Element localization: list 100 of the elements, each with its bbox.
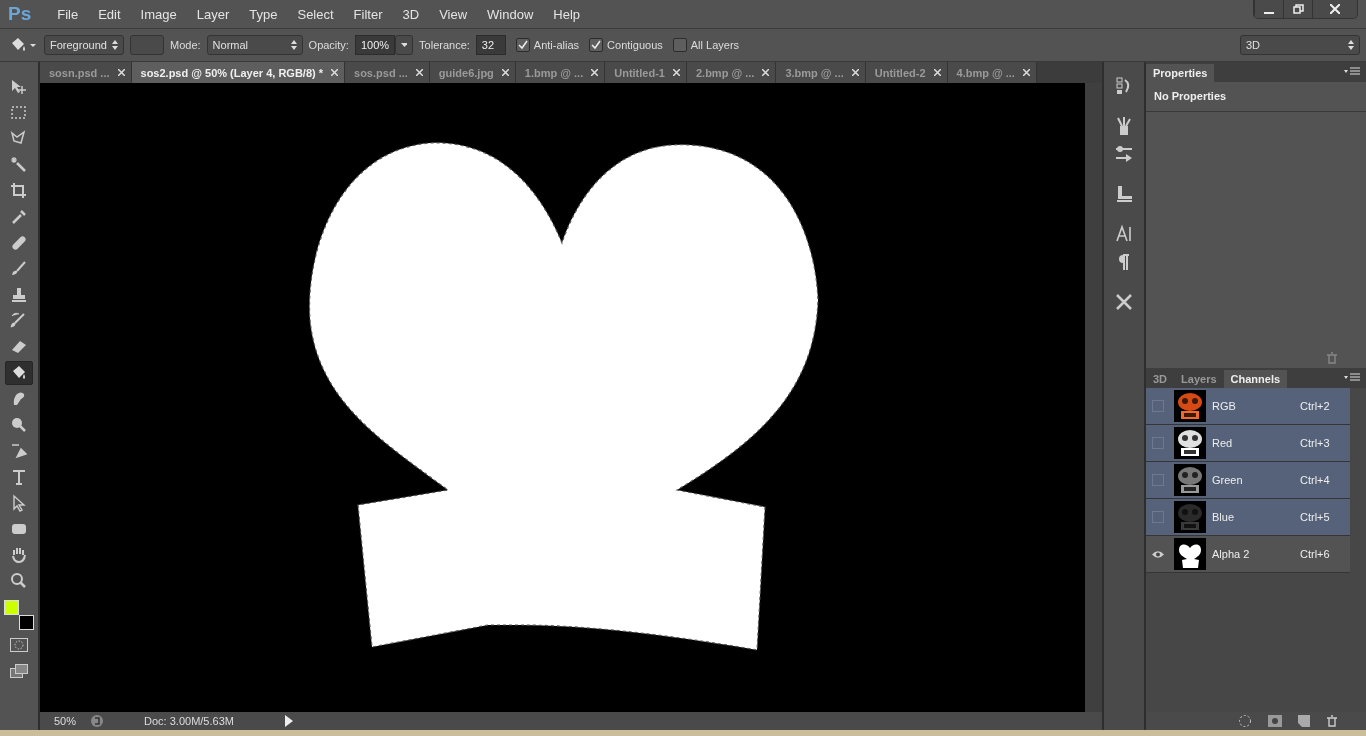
close-icon[interactable] — [762, 69, 770, 77]
menu-item[interactable]: Image — [130, 6, 187, 22]
selection-icon[interactable] — [1238, 714, 1252, 728]
quick-mask-icon[interactable] — [10, 638, 28, 652]
close-icon[interactable] — [501, 69, 509, 77]
checkbox[interactable] — [589, 38, 604, 52]
close-icon[interactable] — [117, 69, 125, 77]
panel-tab[interactable]: Channels — [1223, 370, 1288, 388]
tool-button[interactable] — [5, 361, 33, 385]
no-properties-text: No Properties — [1146, 82, 1366, 112]
document-tab[interactable]: Untitled-1 — [605, 62, 687, 84]
close-icon[interactable] — [1022, 69, 1030, 77]
channel-row[interactable]: Alpha 2 Ctrl+6 — [1146, 536, 1350, 573]
document-tab[interactable]: sosn.psd ... — [40, 62, 132, 84]
menu-item[interactable]: 3D — [392, 6, 430, 22]
panel-tab[interactable]: Layers — [1174, 370, 1224, 388]
fill-source-dropdown[interactable]: Foreground — [44, 35, 124, 55]
document-tab[interactable]: 1.bmp @ ... — [515, 62, 606, 84]
channel-name: Red — [1212, 437, 1234, 449]
panel-menu-icon[interactable] — [1344, 373, 1360, 383]
brushes-icon[interactable] — [1114, 116, 1134, 136]
checkbox-label[interactable]: All Layers — [690, 39, 740, 51]
menu-item[interactable]: Type — [239, 6, 288, 22]
character-icon[interactable] — [1114, 224, 1134, 244]
close-icon[interactable] — [851, 69, 859, 77]
tolerance-label: Tolerance: — [419, 39, 470, 51]
shortcut-label: Ctrl+3 — [1300, 437, 1331, 449]
mode-label: Mode: — [170, 39, 201, 51]
up-down-arrows-icon — [290, 40, 297, 50]
minimize-button[interactable] — [1254, 0, 1283, 18]
channel-name: Alpha 2 — [1212, 548, 1251, 560]
document-tab[interactable]: guide6.jpg — [429, 62, 516, 84]
menu-item[interactable]: View — [429, 6, 478, 22]
visibility-toggle[interactable] — [1152, 474, 1164, 486]
close-icon[interactable] — [591, 69, 599, 77]
visibility-toggle[interactable] — [1152, 400, 1164, 412]
tolerance-field[interactable]: 32 — [475, 35, 506, 55]
document-tab[interactable]: sos2.psd @ 50% (Layer 4, RGB/8) * — [131, 62, 346, 84]
menu-item[interactable]: Window — [477, 6, 544, 22]
scroll-bar[interactable] — [1085, 83, 1102, 713]
trash-icon[interactable] — [1326, 715, 1338, 727]
dropdown-button[interactable] — [395, 35, 414, 55]
move-icon — [9, 77, 29, 97]
channel-row[interactable]: RGB Ctrl+2 — [1146, 388, 1350, 425]
document-tab[interactable]: Untitled-2 — [865, 62, 948, 84]
brush-settings-icon[interactable] — [1114, 144, 1134, 164]
new-channel-icon[interactable] — [1298, 715, 1310, 727]
screen-mode-icon[interactable] — [10, 664, 28, 678]
play-icon[interactable] — [284, 715, 294, 728]
close-icon[interactable] — [672, 69, 680, 77]
menu-item[interactable]: Help — [543, 6, 591, 22]
visibility-toggle[interactable] — [1152, 511, 1164, 523]
menu-item[interactable]: Layer — [186, 6, 240, 22]
shortcut-label: Ctrl+4 — [1300, 474, 1331, 486]
eye-icon[interactable] — [1151, 549, 1165, 559]
close-icon — [1330, 4, 1340, 14]
restore-button[interactable] — [1283, 0, 1312, 18]
up-down-arrows-icon — [1348, 40, 1354, 50]
stamp-icon — [9, 285, 29, 305]
mode-dropdown[interactable]: Normal — [206, 35, 303, 55]
hand-icon — [9, 545, 29, 565]
mask-icon[interactable] — [1268, 715, 1282, 727]
menu-item[interactable]: File — [47, 6, 89, 22]
panel-tab[interactable]: 3D — [1146, 370, 1175, 388]
close-icon[interactable] — [415, 69, 423, 77]
channel-name: Blue — [1212, 511, 1236, 523]
visibility-toggle[interactable] — [1152, 437, 1164, 449]
background-color-swatch[interactable] — [19, 615, 34, 630]
document-tab[interactable]: 2.bmp @ ... — [686, 62, 777, 84]
foreground-color-swatch[interactable] — [4, 600, 19, 615]
checkbox[interactable] — [672, 38, 687, 52]
document-tab[interactable]: 3.bmp @ ... — [776, 62, 866, 84]
checkbox-label[interactable]: Contiguous — [607, 39, 663, 51]
channel-row[interactable]: Red Ctrl+3 — [1146, 425, 1350, 462]
close-icon[interactable] — [933, 69, 941, 77]
channel-name: Green — [1212, 474, 1244, 486]
restore-icon — [1292, 4, 1304, 14]
close-button[interactable] — [1312, 0, 1357, 18]
panel-tab[interactable]: Properties — [1146, 64, 1215, 82]
document-tab[interactable]: 4.bmp @ ... — [947, 62, 1037, 84]
channel-row[interactable]: Green Ctrl+4 — [1146, 462, 1350, 499]
stamp-icon[interactable] — [1114, 184, 1134, 204]
close-icon[interactable] — [331, 69, 339, 77]
checkbox[interactable] — [515, 38, 530, 52]
caret-icon — [401, 43, 408, 47]
crop-icon — [9, 181, 29, 201]
menu-item[interactable]: Select — [287, 6, 344, 22]
up-down-arrows-icon — [112, 40, 118, 50]
checkbox-label[interactable]: Anti-alias — [533, 39, 580, 51]
opacity-label: Opacity: — [308, 39, 349, 51]
shortcut-label: Ctrl+6 — [1300, 548, 1331, 560]
panel-menu-icon[interactable] — [1344, 67, 1360, 77]
zoom-level[interactable]: 50% — [40, 715, 90, 728]
document-tab[interactable]: sos.psd ... — [345, 62, 430, 84]
workspace-dropdown[interactable]: 3D — [1240, 35, 1360, 55]
menu-item[interactable]: Filter — [343, 6, 393, 22]
menu-item[interactable]: Edit — [88, 6, 131, 22]
opacity-field[interactable]: 100% — [354, 35, 396, 55]
document-size: Doc: 3.00M/5.63M — [143, 715, 235, 728]
channel-row[interactable]: Blue Ctrl+5 — [1146, 499, 1350, 536]
